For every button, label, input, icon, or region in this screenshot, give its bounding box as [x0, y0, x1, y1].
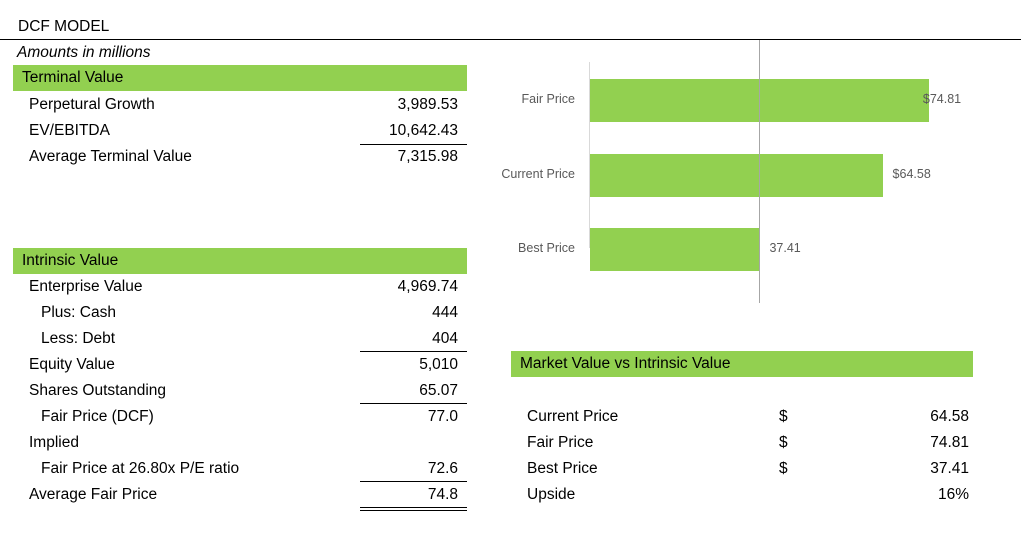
row-value: 16% — [937, 486, 969, 503]
data-label: 37.41 — [769, 241, 801, 255]
row-label: Average Terminal Value — [29, 148, 192, 165]
subtotal-line — [360, 351, 467, 352]
row-label: Plus: Cash — [41, 304, 116, 321]
row-label: Enterprise Value — [29, 278, 143, 295]
row-value: 5,010 — [419, 356, 458, 373]
reference-line — [759, 40, 761, 303]
spreadsheet: DCF MODEL Amounts in millions Terminal V… — [0, 0, 1021, 544]
category-label: Best Price — [518, 241, 575, 255]
subtotal-line — [360, 481, 467, 482]
subtotal-line — [360, 403, 467, 404]
row-value: 64.58 — [930, 408, 969, 425]
row-value: 4,969.74 — [397, 278, 458, 295]
double-underline — [360, 507, 467, 508]
row-value: 10,642.43 — [389, 122, 458, 139]
row-value: 65.07 — [419, 382, 458, 399]
row-value: 404 — [432, 330, 458, 347]
row-value: 3,989.53 — [397, 96, 458, 113]
row-value: 74.8 — [427, 486, 458, 503]
row-label: Less: Debt — [41, 330, 116, 347]
market-vs-intrinsic-header: Market Value vs Intrinsic Value — [511, 351, 973, 377]
data-label: $74.81 — [922, 92, 962, 106]
row-label: Equity Value — [29, 356, 115, 373]
category-label: Current Price — [501, 166, 575, 181]
data-label: $64.58 — [892, 166, 931, 181]
row-label: Current Price — [527, 408, 619, 425]
currency-symbol: $ — [779, 460, 788, 477]
subtitle: Amounts in millions — [17, 44, 151, 61]
page-title: DCF MODEL — [18, 18, 110, 35]
currency-symbol: $ — [779, 434, 788, 451]
row-label: Fair Price — [527, 434, 594, 451]
intrinsic-value-header: Intrinsic Value — [13, 248, 467, 274]
bar-best-price — [590, 228, 760, 271]
row-label: Fair Price at 26.80x P/E ratio — [41, 460, 240, 477]
row-label: Perpetural Growth — [29, 96, 155, 113]
row-value: 72.6 — [427, 460, 458, 477]
double-underline — [360, 510, 467, 511]
row-label: Upside — [527, 486, 576, 503]
row-label: Shares Outstanding — [29, 382, 167, 399]
row-label: EV/EBITDA — [29, 122, 110, 139]
subtotal-line — [360, 144, 467, 145]
row-value: 77.0 — [427, 408, 458, 425]
row-value: 444 — [432, 304, 458, 321]
row-value: 74.81 — [930, 434, 969, 451]
row-value: 7,315.98 — [397, 148, 458, 165]
category-label: Fair Price — [521, 92, 575, 106]
row-label: Fair Price (DCF) — [41, 408, 154, 425]
title-divider — [0, 39, 1021, 40]
bar-current-price — [590, 153, 883, 197]
terminal-value-header: Terminal Value — [13, 65, 467, 91]
row-label: Average Fair Price — [29, 486, 158, 503]
row-label: Implied — [29, 434, 79, 451]
currency-symbol: $ — [779, 408, 788, 425]
row-label: Best Price — [527, 460, 598, 477]
row-value: 37.41 — [930, 460, 969, 477]
